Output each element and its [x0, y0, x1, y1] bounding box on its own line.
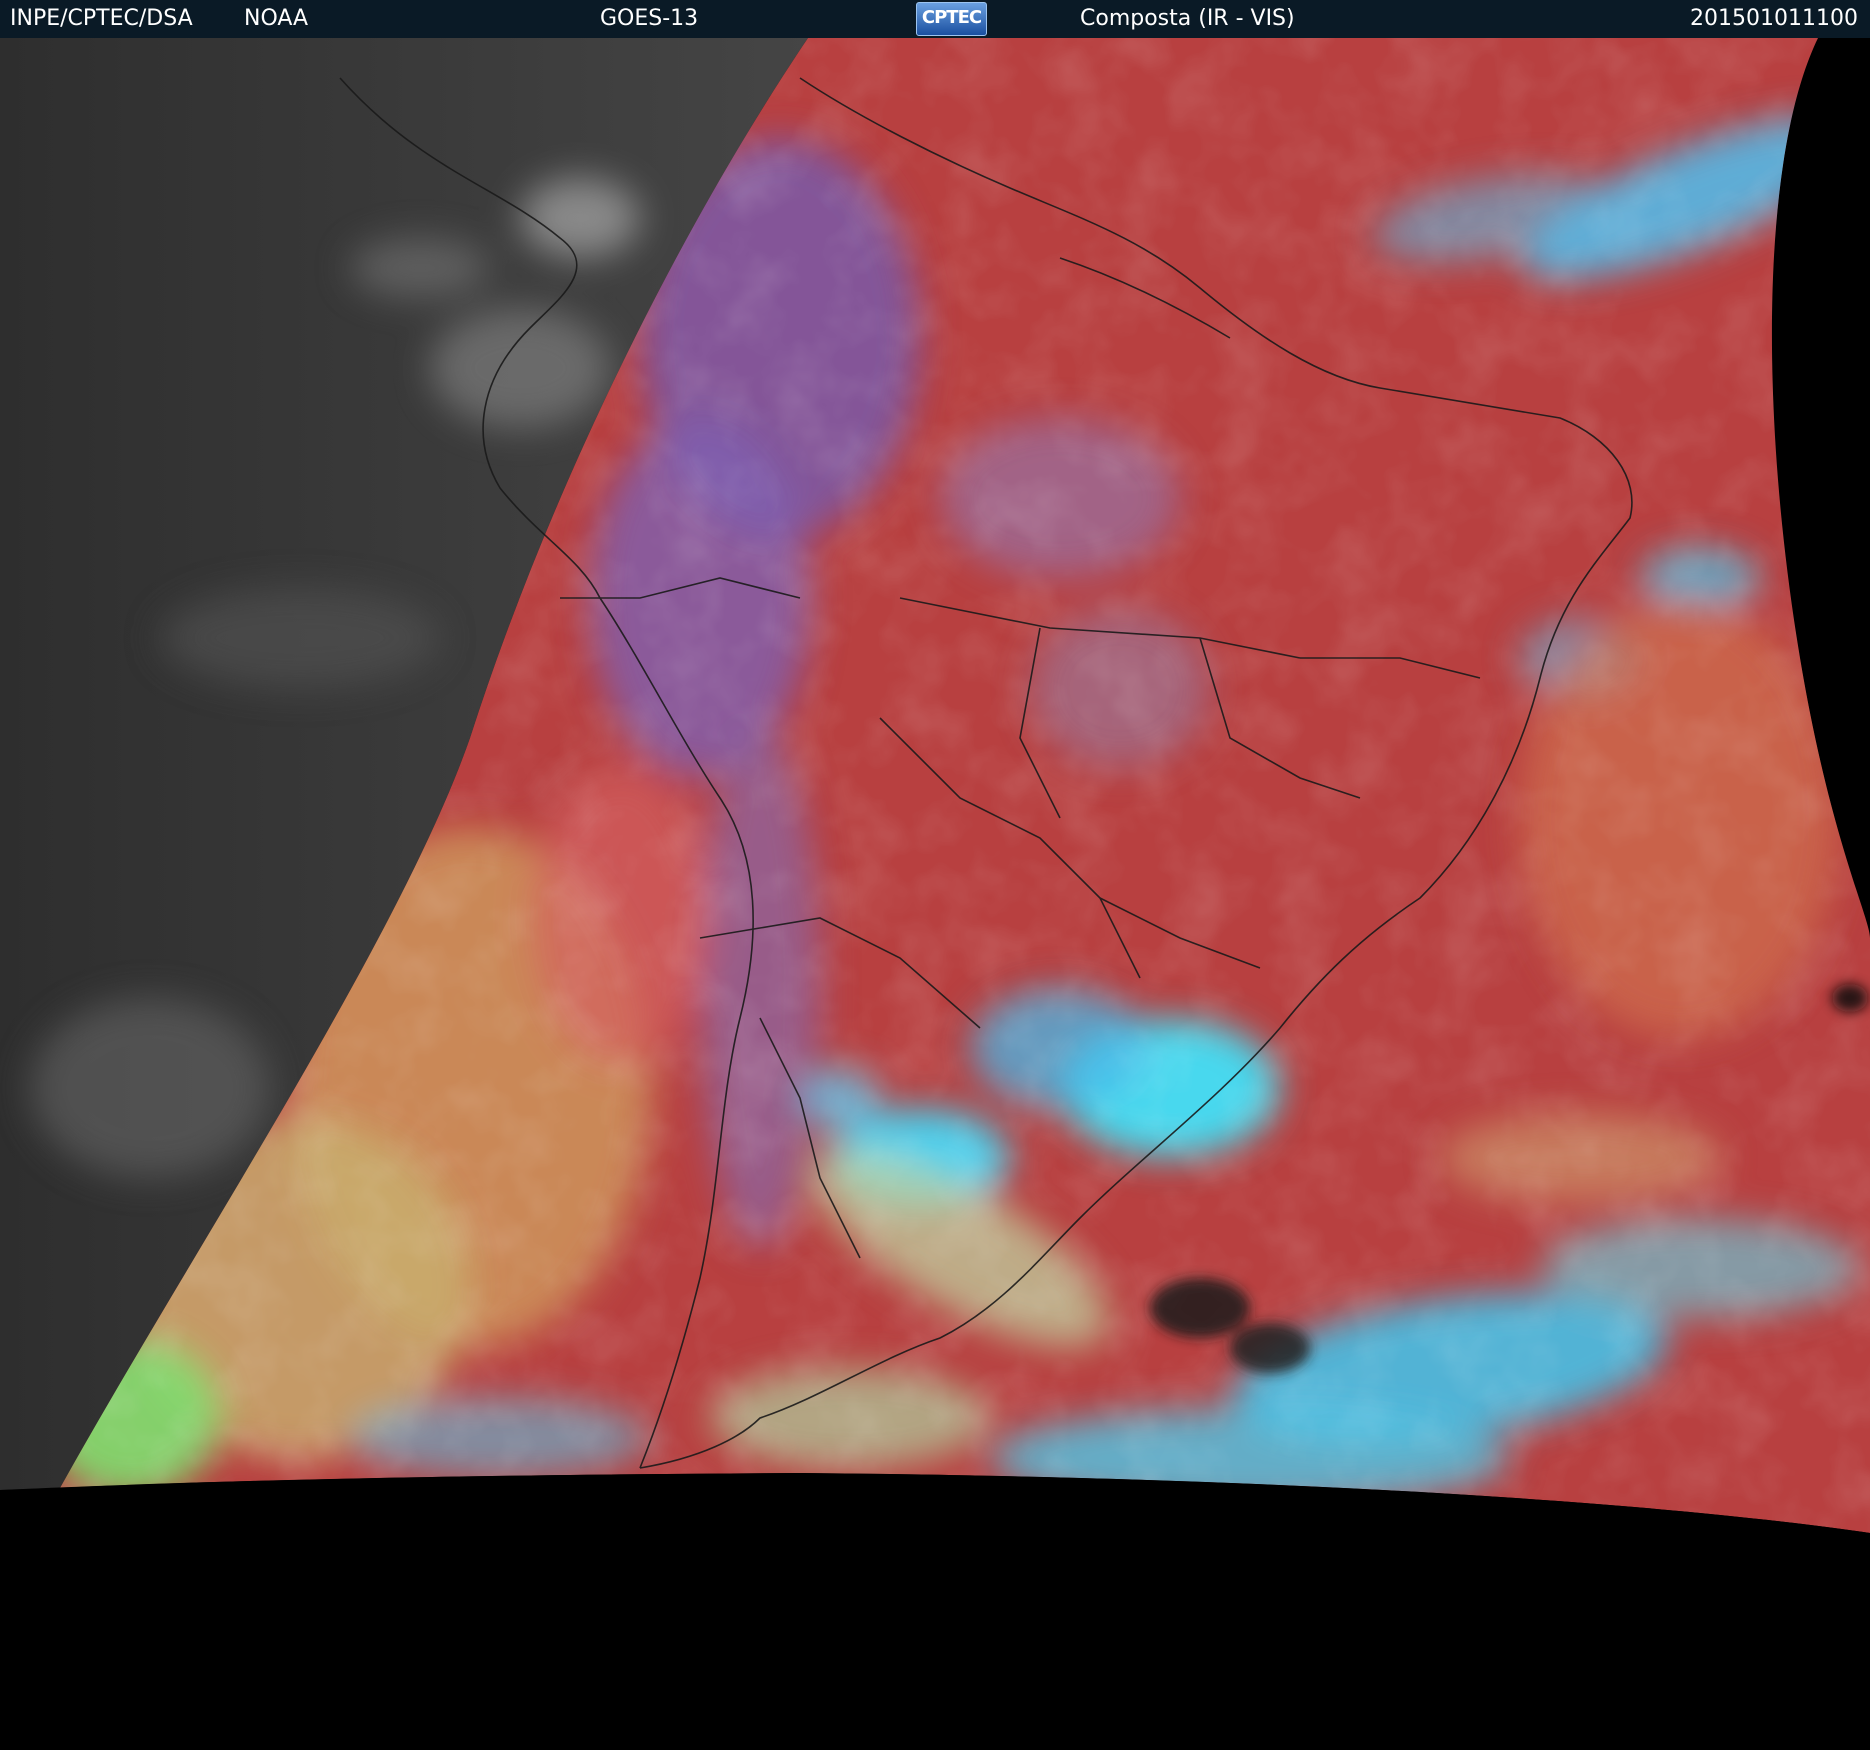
product-label: Composta (IR - VIS)	[1080, 6, 1295, 31]
satellite-map-svg	[0, 38, 1870, 1750]
satellite-label: GOES-13	[600, 6, 699, 31]
agency-label: INPE/CPTEC/DSA	[10, 6, 193, 31]
cptec-logo: CPTEC	[916, 2, 987, 36]
source-label: NOAA	[244, 6, 309, 31]
no-data-bottom	[0, 1473, 1870, 1750]
timestamp-label: 201501011100	[1690, 6, 1858, 31]
header-bar: INPE/CPTEC/DSA NOAA GOES-13 CPTEC Compos…	[0, 0, 1870, 38]
cptec-logo-text: CPTEC	[921, 7, 982, 28]
satellite-image	[0, 38, 1870, 1750]
